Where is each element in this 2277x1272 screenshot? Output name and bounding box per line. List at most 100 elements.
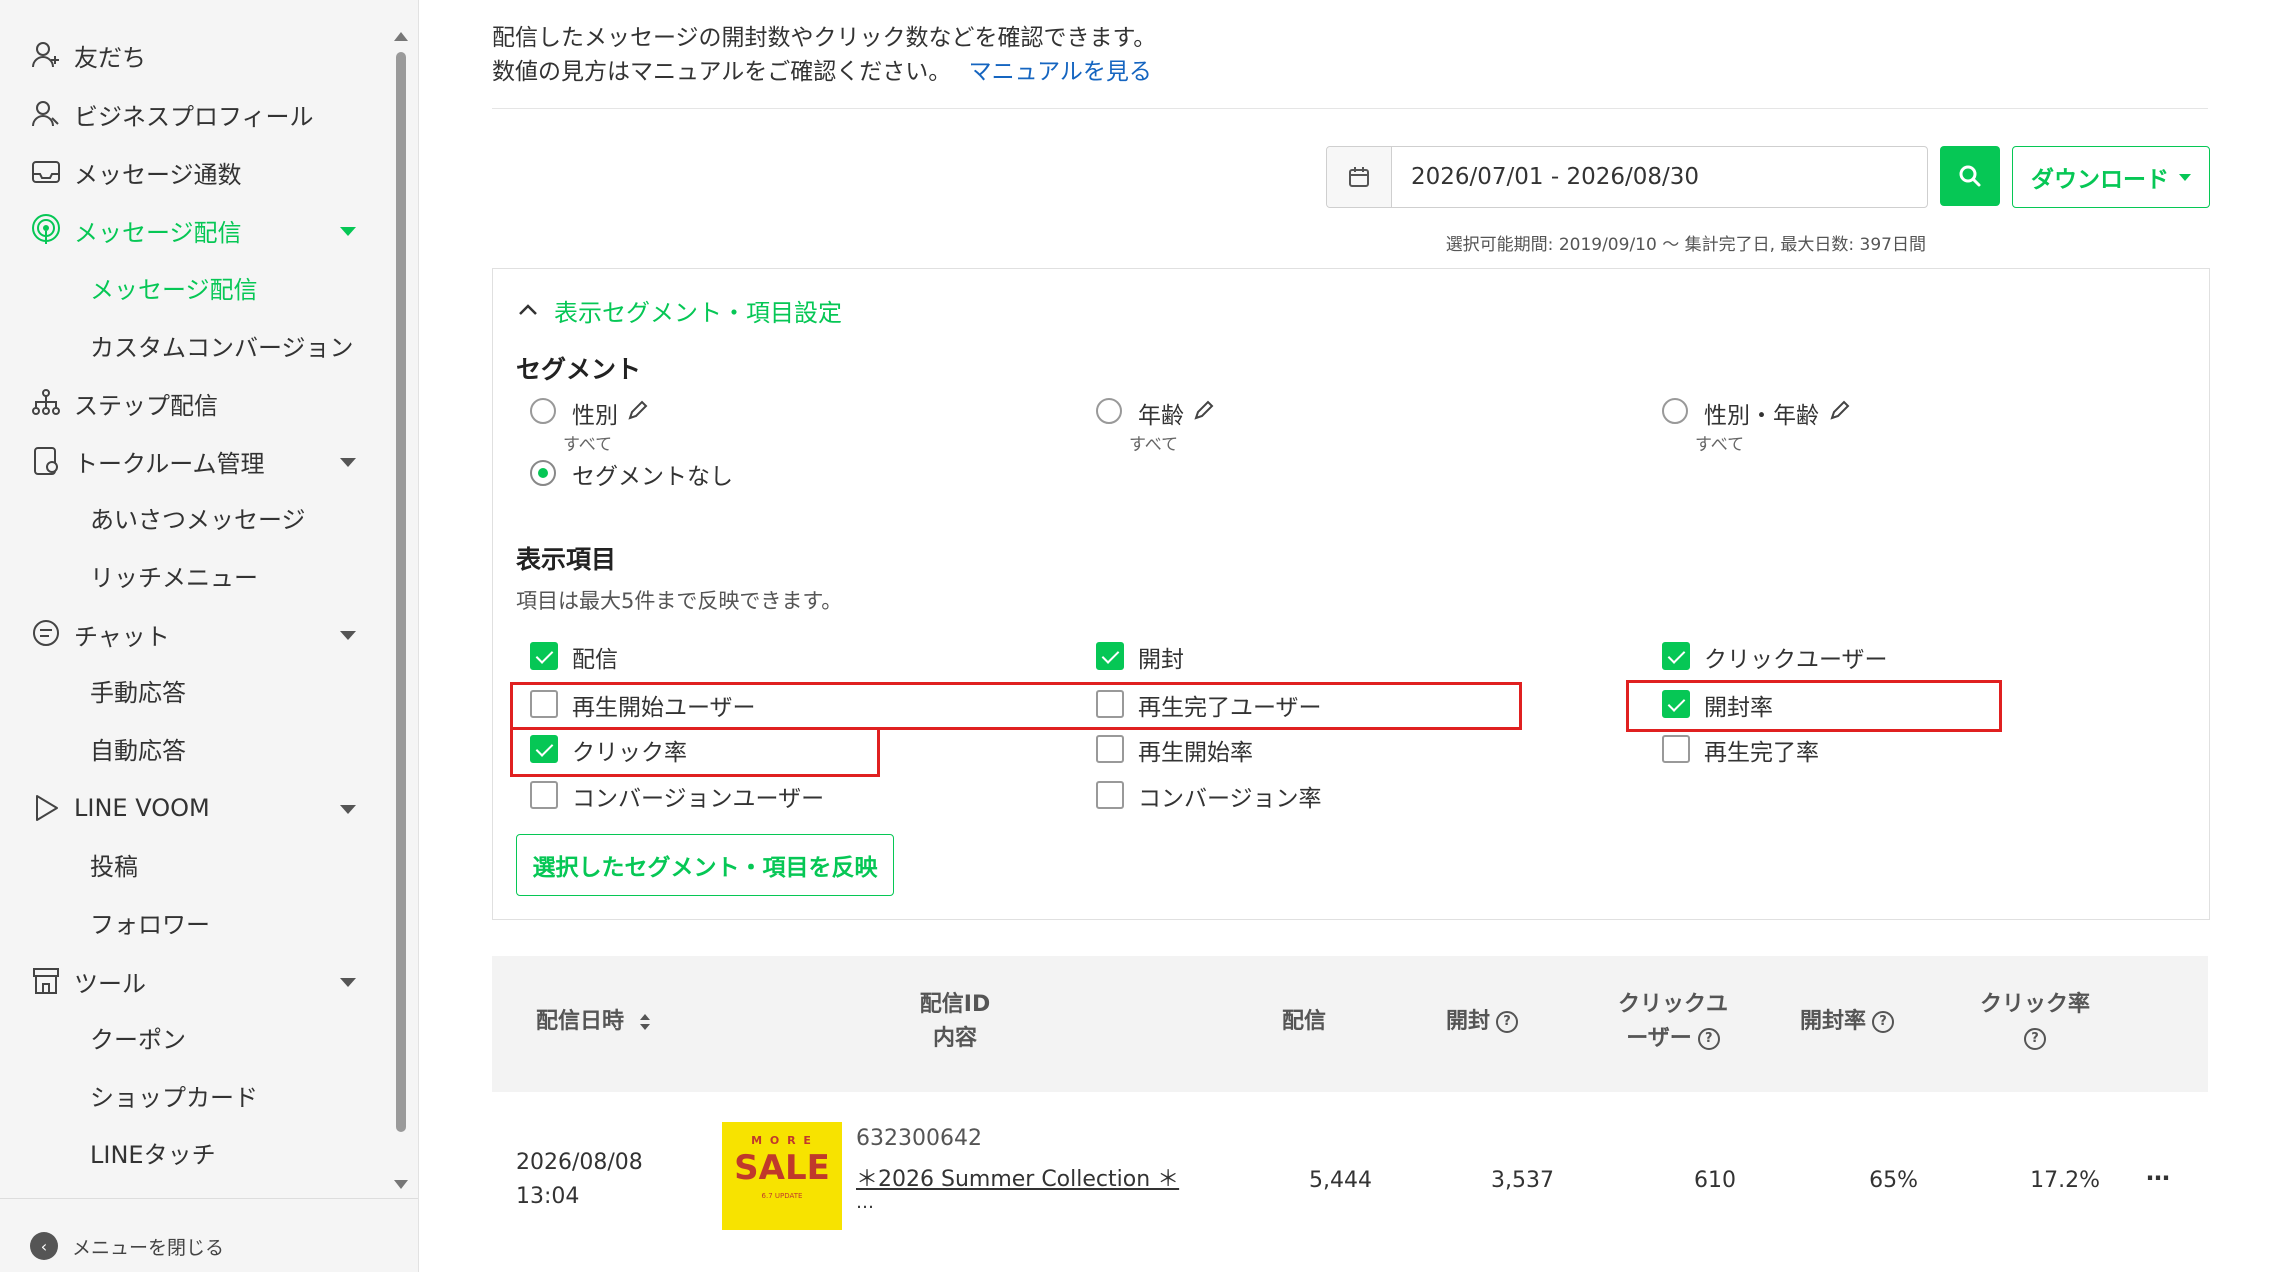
date-range-picker[interactable]: 2026/07/01 - 2026/08/30 — [1326, 146, 1928, 208]
more-options-icon[interactable]: ⋯ — [2146, 1164, 2170, 1192]
download-label: ダウンロード — [2031, 167, 2169, 193]
checkbox-play-start-rate[interactable] — [1096, 735, 1124, 763]
checkbox-label: 再生完了ユーザー — [1138, 695, 1322, 721]
chevron-down-icon[interactable] — [340, 978, 356, 987]
sidebar-item-label: メッセージ配信 — [74, 218, 242, 247]
help-icon[interactable]: ? — [1872, 1011, 1895, 1033]
column-header-label: 配信日時 — [536, 1009, 625, 1034]
checkbox-play-complete-rate[interactable] — [1662, 735, 1690, 763]
sidebar-subitem-follower[interactable]: フォロワー — [90, 899, 210, 945]
sidebar-item-business-profile[interactable]: ビジネスプロフィール — [30, 89, 314, 139]
chevron-down-icon[interactable] — [340, 458, 356, 467]
checkbox-conversion-users[interactable] — [530, 781, 558, 809]
sidebar-item-message-count[interactable]: メッセージ通数 — [30, 147, 242, 197]
person-add-icon — [32, 42, 59, 68]
radio-button[interactable] — [1096, 398, 1122, 424]
checkbox-play-complete-users[interactable] — [1096, 690, 1124, 718]
sidebar-item-step-delivery[interactable]: ステップ配信 — [30, 378, 218, 428]
segment-option-gender[interactable] — [530, 398, 556, 424]
date-range-value[interactable]: 2026/07/01 - 2026/08/30 — [1411, 147, 1699, 207]
sidebar-subitem-rich-menu[interactable]: リッチメニュー — [90, 552, 258, 598]
segment-sublabel: すべて — [1129, 435, 1179, 455]
thumbnail-text: M O R E — [751, 1134, 813, 1147]
sidebar-subitem-manual-reply[interactable]: 手動応答 — [90, 667, 186, 713]
step-icon — [32, 389, 60, 415]
settings-toggle[interactable]: 表示セグメント・項目設定 — [516, 290, 842, 330]
checkbox-open-rate[interactable] — [1662, 690, 1690, 718]
checkbox-play-start-users[interactable] — [530, 690, 558, 718]
download-button[interactable]: ダウンロード — [2012, 146, 2210, 208]
checkbox-delivered[interactable] — [530, 642, 558, 670]
chevron-down-icon[interactable] — [340, 631, 356, 640]
sidebar-subitem-custom-conversion[interactable]: カスタムコンバージョン — [90, 322, 354, 368]
sidebar-item-label: トークルーム管理 — [74, 449, 265, 478]
pencil-icon[interactable] — [626, 398, 650, 422]
column-header-label: 配信ID — [919, 992, 991, 1017]
column-header-opened: 開封? — [1446, 1005, 1519, 1039]
search-button[interactable] — [1940, 146, 2000, 206]
settings-toggle-label: 表示セグメント・項目設定 — [554, 298, 842, 327]
checkbox-conversion-rate[interactable] — [1096, 781, 1124, 809]
sidebar-item-line-voom[interactable]: LINE VOOM — [30, 783, 210, 833]
items-note: 項目は最大5件まで反映できます。 — [516, 589, 843, 613]
sidebar-item-chat[interactable]: チャット — [30, 609, 170, 659]
segment-option-gender-age[interactable] — [1662, 398, 1688, 424]
help-icon[interactable]: ? — [2024, 1028, 2046, 1050]
radio-button[interactable] — [530, 398, 556, 424]
row-click-rate: 17.2% — [2030, 1168, 2100, 1193]
chevron-left-icon: ‹ — [30, 1232, 58, 1260]
checkbox-click-users[interactable] — [1662, 642, 1690, 670]
column-header-delivered: 配信 — [1282, 1009, 1327, 1034]
date-range-note: 選択可能期間: 2019/09/10 ～ 集計完了日, 最大日数: 397日間 — [1445, 235, 1926, 255]
column-header-label: ーザー — [1626, 1026, 1692, 1051]
message-thumbnail[interactable]: M O R E SALE 6.7 UPDATE — [722, 1122, 842, 1230]
sort-icon[interactable] — [638, 1012, 652, 1032]
manual-link[interactable]: マニュアルを見る — [969, 59, 1152, 85]
close-menu-button[interactable]: ‹ メニューを閉じる — [30, 1226, 224, 1266]
column-header-date[interactable]: 配信日時 — [536, 1005, 652, 1039]
sidebar-subitem-line-touch[interactable]: LINEタッチ — [90, 1129, 216, 1175]
sidebar-item-message-delivery[interactable]: メッセージ配信 — [30, 205, 242, 255]
sidebar-scroll-thumb[interactable] — [396, 52, 406, 1132]
sidebar-item-friends[interactable]: 友だち — [30, 30, 146, 80]
sidebar-subitem-label: あいさつメッセージ — [90, 505, 306, 534]
checkbox-label: 開封 — [1138, 647, 1184, 673]
segment-sublabel: すべて — [563, 435, 613, 455]
sidebar-subitem-label: リッチメニュー — [90, 563, 258, 592]
help-icon[interactable]: ? — [1496, 1011, 1519, 1033]
segment-label: 年齢 — [1138, 403, 1184, 429]
sidebar-item-tools[interactable]: ツール — [30, 956, 146, 1006]
checkbox-label: 再生完了率 — [1704, 740, 1819, 766]
row-message-title-link[interactable]: ＊2026 Summer Collection ＊ — [856, 1161, 1179, 1193]
sidebar-subitem-greeting[interactable]: あいさつメッセージ — [90, 494, 306, 540]
segment-option-none[interactable] — [530, 460, 556, 486]
pencil-icon[interactable] — [1828, 398, 1852, 422]
sidebar-subitem-shop-card[interactable]: ショップカード — [90, 1072, 258, 1118]
chevron-down-icon[interactable] — [340, 805, 356, 814]
checkbox-opened[interactable] — [1096, 642, 1124, 670]
scroll-up-icon[interactable] — [394, 32, 408, 41]
help-icon[interactable]: ? — [1697, 1028, 1720, 1050]
sidebar-subitem-post[interactable]: 投稿 — [90, 841, 138, 887]
sidebar-subitem-message-delivery[interactable]: メッセージ配信 — [90, 264, 258, 310]
radio-button[interactable] — [1662, 398, 1688, 424]
sidebar-item-label: ステップ配信 — [74, 391, 218, 420]
thumbnail-text: SALE — [734, 1148, 830, 1188]
scroll-down-icon[interactable] — [394, 1180, 408, 1189]
sidebar-subitem-coupon[interactable]: クーポン — [90, 1014, 186, 1060]
apply-button[interactable]: 選択したセグメント・項目を反映 — [516, 834, 894, 896]
sidebar-item-talkroom[interactable]: トークルーム管理 — [30, 436, 265, 486]
segment-option-age[interactable] — [1096, 398, 1122, 424]
calendar-icon[interactable] — [1327, 147, 1392, 207]
sidebar-subitem-auto-reply[interactable]: 自動応答 — [90, 725, 186, 771]
sidebar-item-label: チャット — [74, 622, 170, 651]
checkbox-click-rate[interactable] — [530, 735, 558, 763]
checkbox-label: 開封率 — [1704, 695, 1773, 721]
pencil-icon[interactable] — [1192, 398, 1216, 422]
checkbox-label: 配信 — [572, 647, 618, 673]
inbox-icon — [32, 161, 60, 183]
radio-button-selected[interactable] — [530, 460, 556, 486]
sidebar-item-label: ビジネスプロフィール — [74, 102, 314, 131]
segment-label: セグメントなし — [572, 464, 733, 490]
chevron-down-icon[interactable] — [340, 227, 356, 236]
